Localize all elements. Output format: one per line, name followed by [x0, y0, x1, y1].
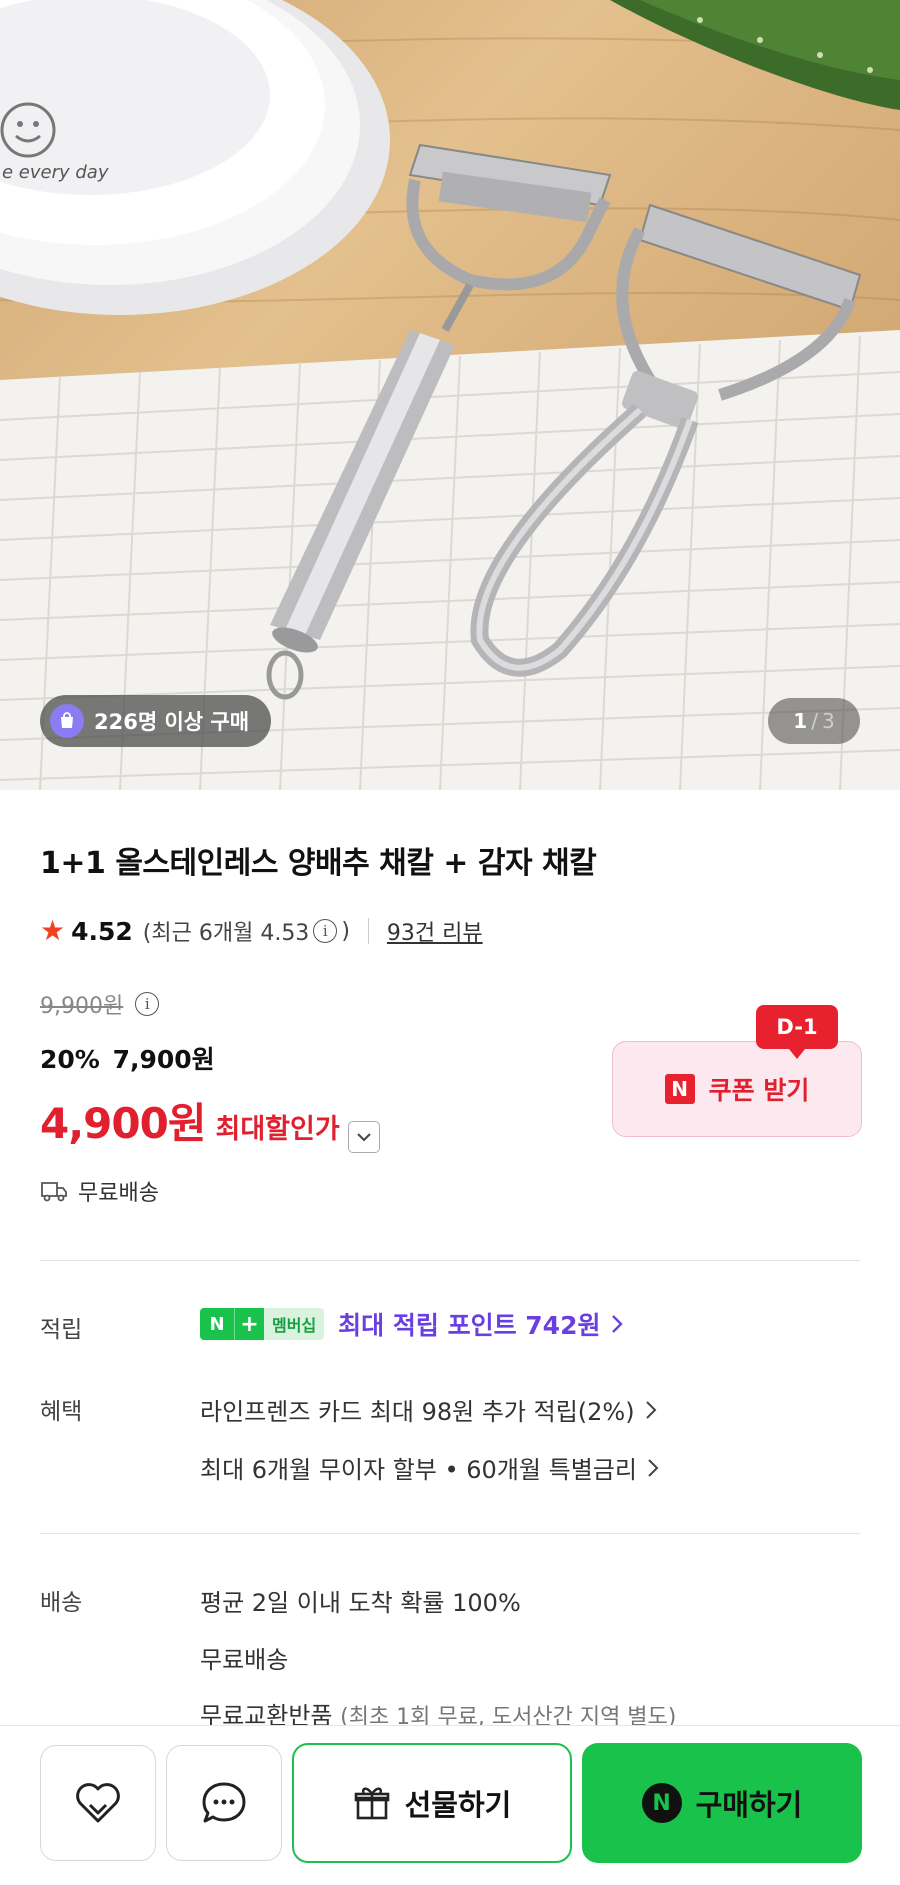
star-icon: ★: [40, 914, 66, 947]
rating-score: 4.52: [71, 916, 133, 946]
benefit-installment[interactable]: 최대 6개월 무이자 할부 • 60개월 특별금리: [200, 1450, 659, 1485]
original-price: 9,900원: [40, 994, 124, 1019]
truck-icon: [41, 1182, 67, 1202]
benefits-label: 혜택: [40, 1399, 83, 1425]
sale-price: 7,900원: [112, 1045, 215, 1074]
gift-button[interactable]: 선물하기: [292, 1743, 572, 1863]
dday-badge: D-1: [756, 1005, 838, 1059]
buy-button[interactable]: N 구매하기: [582, 1743, 862, 1863]
recent-rating-close: ): [341, 918, 350, 944]
best-price-label: 최대할인가: [215, 1114, 340, 1145]
benefit-text: 라인프렌즈 카드 최대 98원 추가 적립(2%): [200, 1398, 635, 1426]
benefit-card-points[interactable]: 라인프렌즈 카드 최대 98원 추가 적립(2%): [200, 1392, 657, 1427]
chevron-right-icon: [645, 1400, 657, 1419]
divider: [40, 1533, 860, 1534]
divider: [367, 918, 369, 944]
chevron-right-icon: [612, 1315, 624, 1333]
badge-n: N: [200, 1308, 234, 1340]
max-points-text: 최대 적립 포인트 742원: [338, 1311, 601, 1340]
buyers-count-text: 226명 이상 구매: [94, 710, 250, 734]
chat-bubble-icon: [202, 1782, 246, 1823]
heart-icon: [76, 1783, 120, 1823]
buyers-badge: 226명 이상 구매: [40, 695, 272, 747]
benefit-text: 최대 6개월 무이자 할부 • 60개월 특별금리: [200, 1456, 637, 1484]
expand-discount-button[interactable]: [347, 1121, 380, 1153]
best-price: 4,900원: [40, 1099, 206, 1148]
coupon-label: 쿠폰 받기: [708, 1076, 810, 1105]
divider: [40, 1260, 860, 1261]
naver-n-icon: N: [664, 1074, 695, 1104]
original-price-row: 9,900원 i: [40, 988, 163, 1020]
image-separator: /: [811, 709, 818, 733]
chevron-down-icon: [356, 1133, 371, 1142]
price-info-icon[interactable]: i: [135, 992, 160, 1016]
delivery-free-shipping: 무료배송: [200, 1646, 289, 1674]
svg-text:e every day: e every day: [2, 162, 109, 183]
recent-rating: (최근 6개월 4.53: [142, 921, 310, 946]
discount-percent: 20%: [40, 1045, 100, 1074]
gift-label: 선물하기: [404, 1788, 512, 1822]
rating-row: ★ 4.52 (최근 6개월 4.53 i ) 93건 리뷰: [40, 915, 483, 947]
sale-price-row: 20% 7,900원: [40, 1040, 215, 1076]
delivery-arrival: 평균 2일 이내 도착 확률 100%: [200, 1589, 521, 1617]
shipping-text: 무료배송: [78, 1181, 159, 1206]
talk-button[interactable]: [166, 1745, 282, 1861]
info-icon[interactable]: i: [313, 919, 338, 943]
gift-icon: [354, 1787, 389, 1820]
naver-plus-membership-badge: N + 멤버십: [200, 1308, 325, 1340]
delivery-label: 배송: [40, 1590, 83, 1616]
image-counter: 1 / 3: [768, 698, 860, 744]
chevron-right-icon: [648, 1458, 659, 1477]
points-label: 적립: [40, 1317, 83, 1343]
image-index: 1: [793, 709, 808, 733]
best-price-row: 4,900원 최대할인가: [40, 1090, 380, 1153]
wishlist-button[interactable]: [40, 1745, 156, 1861]
shopping-bag-icon: [50, 704, 84, 738]
shipping-row: 무료배송: [40, 1175, 159, 1207]
product-image[interactable]: e every day 226명 이상 구매 1 / 3: [0, 0, 900, 790]
product-title: 1+1 올스테인레스 양배추 채칼 + 감자 채칼: [40, 846, 597, 881]
image-total: 3: [821, 709, 835, 733]
points-row[interactable]: N + 멤버십 최대 적립 포인트 742원: [200, 1306, 624, 1342]
badge-plus: +: [234, 1308, 264, 1340]
review-count-link[interactable]: 93건 리뷰: [387, 915, 483, 947]
product-photo: e every day: [0, 0, 900, 790]
buy-label: 구매하기: [695, 1788, 803, 1822]
naver-pay-icon: N: [641, 1783, 682, 1823]
badge-membership: 멤버십: [264, 1308, 325, 1340]
coupon-button[interactable]: N 쿠폰 받기: [612, 1041, 862, 1137]
